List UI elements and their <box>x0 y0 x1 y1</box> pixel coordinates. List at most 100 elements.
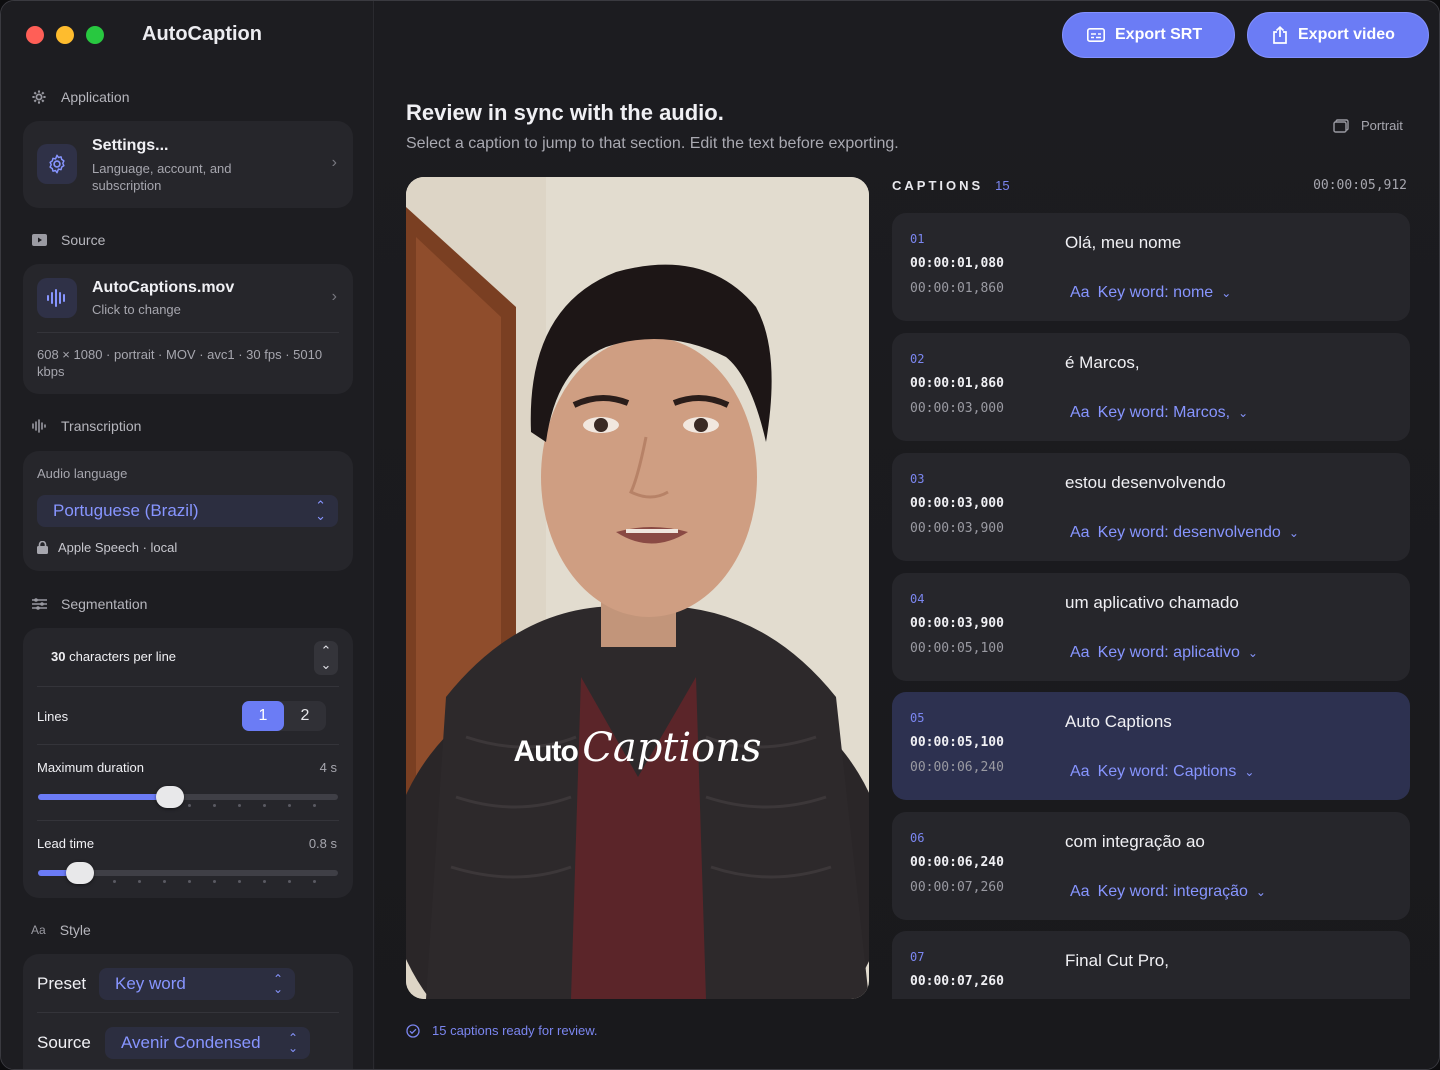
caption-end: 00:00:06,240 <box>910 760 1004 775</box>
chevron-down-icon: ⌄ <box>1221 286 1232 300</box>
status-text: 15 captions ready for review. <box>432 1023 598 1038</box>
max-duration-slider[interactable] <box>38 786 338 808</box>
source-change-hint[interactable]: Click to change <box>92 302 181 317</box>
slider-knob[interactable] <box>156 786 184 808</box>
caption-row[interactable]: 06 00:00:06,240 00:00:07,260 com integra… <box>892 812 1410 920</box>
caption-text[interactable]: Final Cut Pro, <box>1065 951 1169 971</box>
slider-tick <box>113 880 116 883</box>
audio-language-value: Portuguese (Brazil) <box>53 501 199 520</box>
max-duration-value: 4 s <box>319 760 337 775</box>
keyword-menu[interactable]: Aa Key word: Marcos, ⌄ <box>1070 404 1248 422</box>
engine-label: Apple Speech · local <box>58 540 178 555</box>
caption-row[interactable]: 07 00:00:07,260 Final Cut Pro, <box>892 931 1410 999</box>
font-source-select[interactable]: Avenir Condensed ⌃ ⌄ <box>105 1027 310 1059</box>
keyword-label: Key word: integração <box>1097 883 1248 900</box>
chevron-updown-icon: ⌃ ⌄ <box>315 498 326 523</box>
chevron-updown-icon: ⌃ ⌄ <box>287 1031 298 1055</box>
slider-tick <box>313 880 316 883</box>
chevron-down-icon: ⌄ <box>1247 646 1258 660</box>
caption-row[interactable]: 01 00:00:01,080 00:00:01,860 Olá, meu no… <box>892 213 1410 321</box>
caption-index: 03 <box>910 472 925 486</box>
chevron-down-icon: ⌄ <box>1244 765 1255 779</box>
lines-option-2[interactable]: 2 <box>284 701 326 731</box>
caption-start: 00:00:01,080 <box>910 256 1004 271</box>
slider-tick <box>263 880 266 883</box>
caption-start: 00:00:01,860 <box>910 376 1004 391</box>
settings-subtitle: Language, account, and subscription <box>92 161 232 193</box>
source-file-name[interactable]: AutoCaptions.mov <box>92 279 234 297</box>
caption-text[interactable]: um aplicativo chamado <box>1065 593 1239 613</box>
caption-text[interactable]: Olá, meu nome <box>1065 233 1181 253</box>
font-source-value: Avenir Condensed <box>121 1033 261 1052</box>
keyword-menu[interactable]: Aa Key word: integração ⌄ <box>1070 883 1266 901</box>
slider-tick <box>263 804 266 807</box>
font-source-label: Source <box>37 1033 91 1052</box>
slider-fill <box>38 794 170 800</box>
source-card: AutoCaptions.mov Click to change › 608 ×… <box>23 264 353 394</box>
app-window: AutoCaption Application Settings... Lang… <box>0 0 1440 1070</box>
audio-language-select[interactable]: Portuguese (Brazil) ⌃ ⌄ <box>37 495 338 527</box>
caption-row[interactable]: 04 00:00:03,900 00:00:05,100 um aplicati… <box>892 573 1410 681</box>
keyword-label: Key word: desenvolvendo <box>1097 524 1281 541</box>
preset-select[interactable]: Key word ⌃ ⌄ <box>99 968 295 1000</box>
lines-segmented-control[interactable]: 1 2 <box>242 701 326 731</box>
keyword-menu[interactable]: Aa Key word: Captions ⌄ <box>1070 763 1254 781</box>
slider-knob[interactable] <box>66 862 94 884</box>
keyword-menu[interactable]: Aa Key word: nome ⌄ <box>1070 284 1231 302</box>
keyword-menu[interactable]: Aa Key word: aplicativo ⌄ <box>1070 644 1258 662</box>
settings-card[interactable]: Settings... Language, account, and subsc… <box>23 121 353 208</box>
divider <box>37 1012 339 1013</box>
sliders-icon <box>31 596 47 612</box>
max-duration-label: Maximum duration <box>37 760 144 775</box>
minimize-button[interactable] <box>56 26 74 44</box>
caption-index: 01 <box>910 232 925 246</box>
caption-end: 00:00:03,900 <box>910 521 1004 536</box>
caption-text[interactable]: com integração ao <box>1065 832 1205 852</box>
slider-tick <box>163 880 166 883</box>
caption-row-selected[interactable]: 05 00:00:05,100 00:00:06,240 Auto Captio… <box>892 692 1410 800</box>
caption-text[interactable]: estou desenvolvendo <box>1065 473 1226 493</box>
caption-end: 00:00:01,860 <box>910 281 1004 296</box>
chevron-up-icon[interactable]: ⌃ <box>314 644 338 658</box>
lines-label: Lines <box>37 709 69 724</box>
section-application: Application <box>31 89 130 105</box>
slider-tick <box>188 804 191 807</box>
slider-tick <box>313 804 316 807</box>
chars-per-line-value: 30 <box>51 649 66 664</box>
slider-tick <box>213 880 216 883</box>
caption-text[interactable]: Auto Captions <box>1065 712 1172 732</box>
chars-stepper[interactable]: ⌃ ⌄ <box>314 641 338 675</box>
zoom-button[interactable] <box>86 26 104 44</box>
main-panel: Export SRT Export video Review in sync w… <box>375 1 1439 1069</box>
keyword-menu[interactable]: Aa Key word: desenvolvendo ⌄ <box>1070 524 1299 542</box>
section-label: Source <box>61 232 106 248</box>
caption-row[interactable]: 02 00:00:01,860 00:00:03,000 é Marcos, A… <box>892 333 1410 441</box>
slider-tick <box>288 804 291 807</box>
lines-option-1[interactable]: 1 <box>242 701 284 731</box>
chevron-down-icon: ⌄ <box>1238 406 1249 420</box>
section-style: Aa Style <box>31 922 91 938</box>
lead-time-slider[interactable] <box>38 862 338 884</box>
chevron-down-icon[interactable]: ⌄ <box>314 658 338 672</box>
settings-icon <box>37 144 77 184</box>
text-style-icon: Aa <box>1070 524 1090 541</box>
video-icon <box>31 232 47 248</box>
text-style-icon: Aa <box>1070 883 1090 900</box>
settings-title: Settings... <box>92 137 169 154</box>
section-label: Style <box>59 922 91 938</box>
section-label: Segmentation <box>61 596 148 612</box>
section-segmentation: Segmentation <box>31 596 147 612</box>
slider-tick <box>288 880 291 883</box>
caption-text[interactable]: é Marcos, <box>1065 353 1140 373</box>
lead-time-label: Lead time <box>37 836 95 851</box>
style-card: Preset Key word ⌃ ⌄ Source Avenir Condens… <box>23 954 353 1069</box>
close-button[interactable] <box>26 26 44 44</box>
divider <box>37 820 339 821</box>
caption-end: 00:00:07,260 <box>910 880 1004 895</box>
caption-row[interactable]: 03 00:00:03,000 00:00:03,900 estou desen… <box>892 453 1410 561</box>
source-metadata: 608 × 1080 · portrait · MOV · avc1 · 30 … <box>37 347 323 379</box>
section-source: Source <box>31 232 105 248</box>
caption-start: 00:00:06,240 <box>910 855 1004 870</box>
chars-per-line-label: characters per line <box>69 649 177 664</box>
caption-start: 00:00:05,100 <box>910 735 1004 750</box>
